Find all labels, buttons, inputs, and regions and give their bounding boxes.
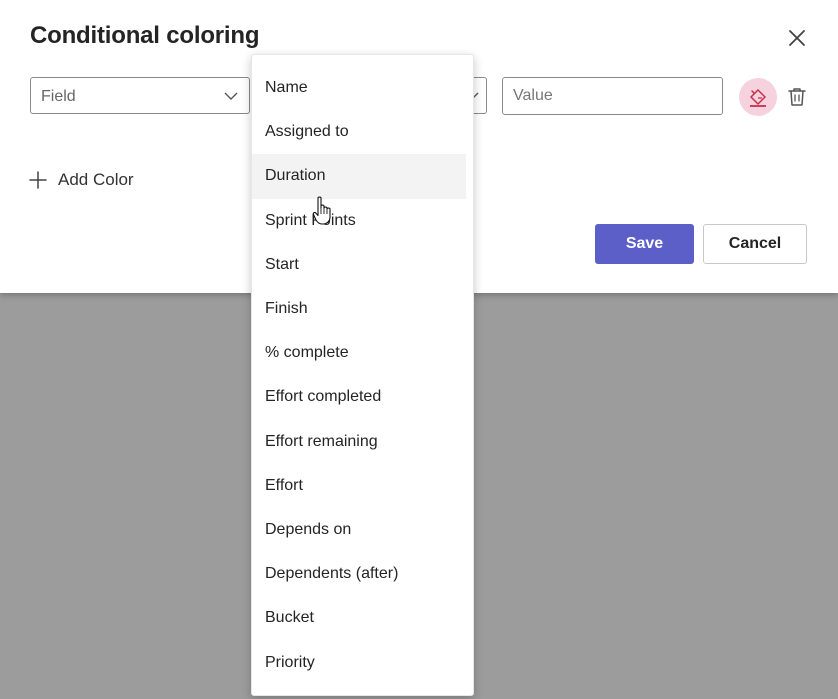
options-list: Name Assigned to Duration Sprint Points Star… — [252, 66, 473, 685]
option-depends-on[interactable]: Depends on — [252, 508, 473, 552]
add-color-button[interactable]: Add Color — [28, 168, 134, 192]
option-complete[interactable]: % complete — [252, 331, 473, 375]
value-input[interactable] — [502, 77, 723, 115]
hand-pointer-icon — [312, 196, 331, 225]
cancel-button[interactable]: Cancel — [703, 224, 807, 264]
option-dependents-after[interactable]: Dependents (after) — [252, 552, 473, 596]
chevron-down-icon — [224, 92, 238, 100]
option-effort[interactable]: Effort — [252, 464, 473, 508]
option-effort-remaining[interactable]: Effort remaining — [252, 420, 473, 464]
close-button[interactable] — [784, 25, 810, 51]
option-name[interactable]: Name — [252, 66, 473, 110]
save-button[interactable]: Save — [595, 224, 694, 264]
field-dropdown[interactable]: Field — [30, 77, 250, 114]
option-priority[interactable]: Priority — [252, 640, 473, 684]
option-finish[interactable]: Finish — [252, 287, 473, 331]
field-placeholder: Field — [41, 88, 76, 105]
field-options-list: Name Assigned to Duration Sprint Points Star… — [251, 54, 474, 696]
close-icon — [789, 30, 805, 46]
option-effort-completed[interactable]: Effort completed — [252, 375, 473, 419]
delete-button[interactable] — [785, 85, 809, 109]
option-bucket[interactable]: Bucket — [252, 596, 473, 640]
option-sprint-points[interactable]: Sprint Points — [252, 199, 473, 243]
paint-bucket-icon — [750, 89, 766, 107]
trash-icon — [788, 88, 806, 106]
add-color-label: Add Color — [58, 170, 134, 189]
option-assigned-to[interactable]: Assigned to — [252, 110, 473, 154]
option-duration[interactable]: Duration — [252, 154, 466, 199]
plus-icon — [29, 171, 47, 189]
color-picker-button[interactable] — [739, 78, 777, 116]
option-start[interactable]: Start — [252, 243, 473, 287]
dialog-title: Conditional coloring — [30, 22, 260, 49]
